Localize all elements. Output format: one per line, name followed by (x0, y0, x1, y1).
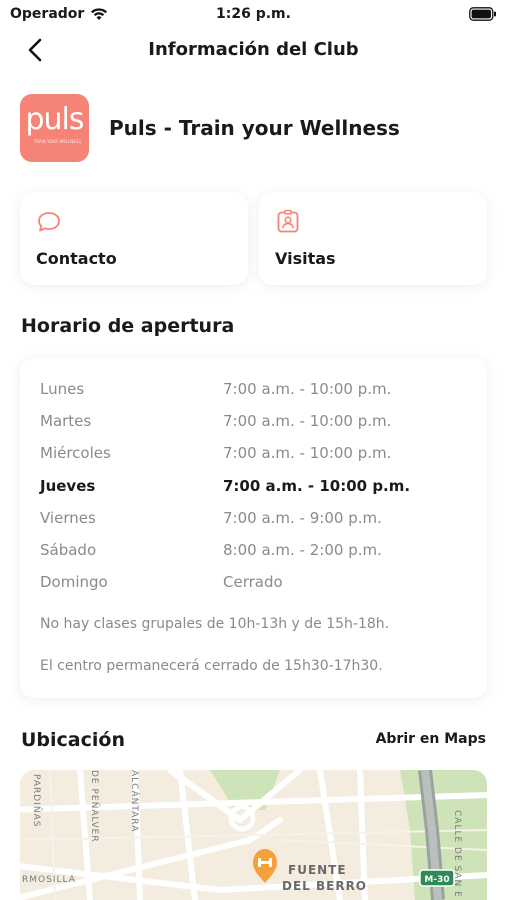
hours-note: El centro permanecerá cerrado de 15h30-1… (40, 658, 383, 674)
visits-card[interactable]: Visitas (259, 192, 487, 285)
hours-day: Martes (40, 412, 92, 430)
hours-time: 7:00 a.m. - 10:00 p.m. (223, 380, 392, 398)
hours-row: Miércoles 7:00 a.m. - 10:00 p.m. (40, 444, 470, 464)
navigation-bar: Información del Club (0, 30, 507, 70)
map-label-street-3: ALCÁNTARA (129, 770, 141, 832)
hours-day: Viernes (40, 509, 96, 527)
logo-text: puls (25, 102, 84, 137)
hours-row: Domingo Cerrado (40, 573, 470, 593)
status-bar: Operador 1:26 p.m. (0, 0, 507, 28)
hours-row: Lunes 7:00 a.m. - 10:00 p.m. (40, 380, 470, 400)
contact-label: Contacto (36, 249, 117, 268)
opening-hours-card: Lunes 7:00 a.m. - 10:00 p.m. Martes 7:00… (20, 358, 487, 698)
hours-time: Cerrado (223, 573, 283, 591)
hours-day: Sábado (40, 541, 97, 559)
battery-icon (469, 7, 496, 21)
highway-label: M-30 (424, 875, 449, 885)
hours-row: Sábado 8:00 a.m. - 2:00 p.m. (40, 541, 470, 561)
location-map[interactable]: PARDIÑAS DE PEÑALVER ALCÁNTARA CALLE DE … (20, 770, 487, 900)
map-label-street-1: PARDIÑAS (31, 774, 42, 827)
hours-time: 7:00 a.m. - 9:00 p.m. (223, 509, 382, 527)
hours-time: 8:00 a.m. - 2:00 p.m. (223, 541, 382, 559)
map-label-street-2: DE PEÑALVER (89, 770, 100, 843)
chat-bubble-icon (38, 212, 60, 232)
contact-card[interactable]: Contacto (20, 192, 248, 285)
hours-row-today: Jueves 7:00 a.m. - 10:00 p.m. (40, 477, 470, 497)
status-time: 1:26 p.m. (216, 6, 291, 22)
map-label-street-5: RMOSILLA (22, 875, 76, 885)
hours-time: 7:00 a.m. - 10:00 p.m. (223, 444, 392, 462)
map-label-district-1: FUENTE (288, 863, 347, 877)
hours-time: 7:00 a.m. - 10:00 p.m. (223, 412, 392, 430)
logo-subtext: TRAIN YOUR WELLNESS (33, 139, 81, 144)
club-logo: puls TRAIN YOUR WELLNESS (20, 94, 89, 162)
hours-day: Domingo (40, 573, 108, 591)
hours-day: Lunes (40, 380, 85, 398)
page-title: Información del Club (148, 39, 359, 60)
action-cards: Contacto Visitas (20, 192, 487, 285)
map-label-district-2: DEL BERRO (282, 879, 367, 893)
club-name: Puls - Train your Wellness (109, 116, 400, 140)
badge-icon (277, 209, 299, 233)
club-header: puls TRAIN YOUR WELLNESS Puls - Train yo… (20, 94, 400, 162)
map-graphic: PARDIÑAS DE PEÑALVER ALCÁNTARA CALLE DE … (20, 770, 487, 900)
highway-shield: M-30 (419, 869, 455, 887)
visits-label: Visitas (275, 249, 336, 268)
hours-note: No hay clases grupales de 10h-13h y de 1… (40, 616, 390, 632)
hours-row: Viernes 7:00 a.m. - 9:00 p.m. (40, 509, 470, 529)
opening-hours-title: Horario de apertura (21, 315, 235, 337)
open-in-maps-link[interactable]: Abrir en Maps (376, 731, 486, 747)
hours-time: 7:00 a.m. - 10:00 p.m. (223, 477, 411, 495)
hours-day: Miércoles (40, 444, 111, 462)
hours-row: Martes 7:00 a.m. - 10:00 p.m. (40, 412, 470, 432)
location-title: Ubicación (21, 729, 125, 751)
hours-day: Jueves (40, 477, 96, 495)
